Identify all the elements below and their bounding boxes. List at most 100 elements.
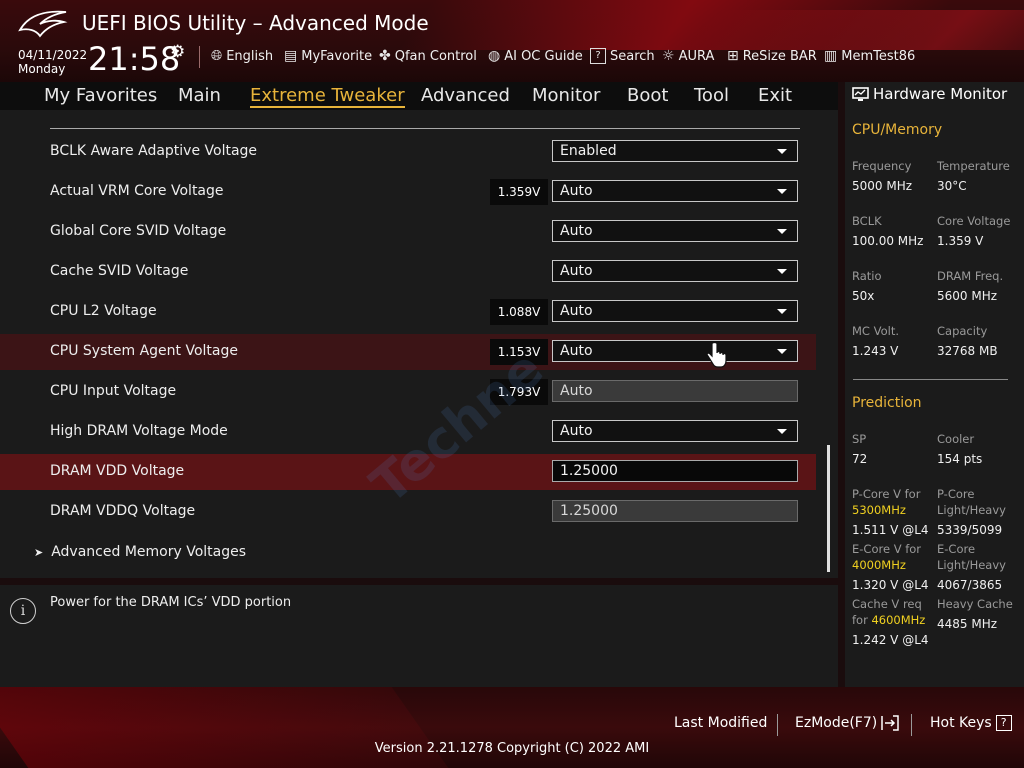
heavy-cache-value: 4485 MHz — [937, 617, 998, 631]
favorite-list-icon: ▤ — [284, 48, 298, 64]
dropdown-value: Auto — [560, 343, 593, 359]
day-text: Monday — [18, 62, 66, 76]
high-dram-voltage-mode-dropdown[interactable]: Auto — [552, 420, 798, 442]
global-core-svid-voltage-dropdown[interactable]: Auto — [552, 220, 798, 242]
cache-svid-voltage-dropdown[interactable]: Auto — [552, 260, 798, 282]
setting-row-cpu-input-voltage[interactable]: CPU Input Voltage 1.793V Auto — [0, 374, 816, 410]
submenu-label: Advanced Memory Voltages — [51, 544, 247, 560]
monitor-icon — [852, 86, 869, 101]
setting-row-cpu-system-agent-voltage[interactable]: CPU System Agent Voltage 1.153V Auto — [0, 334, 816, 370]
temperature-value: 30°C — [937, 179, 967, 193]
separator — [777, 714, 778, 736]
resize-bar-button[interactable]: ⊞ ReSize BAR — [727, 48, 817, 64]
setting-label: High DRAM Voltage Mode — [50, 423, 228, 439]
setting-row-high-dram-voltage-mode[interactable]: High DRAM Voltage Mode Auto — [0, 414, 816, 450]
tab-main[interactable]: Main — [178, 85, 221, 106]
mc-volt-label: MC Volt. — [852, 324, 899, 338]
qfan-label: Qfan Control — [394, 48, 477, 64]
qfan-control-button[interactable]: ✤ Qfan Control — [379, 48, 477, 64]
field-value: Auto — [560, 383, 593, 399]
dropdown-value: Auto — [560, 423, 593, 439]
setting-row-dram-vdd-voltage[interactable]: DRAM VDD Voltage 1.25000 — [0, 454, 816, 490]
sp-value: 72 — [852, 452, 868, 466]
capacity-label: Capacity — [937, 324, 988, 338]
aura-button[interactable]: ☼ AURA — [662, 48, 714, 64]
setting-label: DRAM VDDQ Voltage — [50, 503, 196, 519]
bclk-aware-adaptive-voltage-dropdown[interactable]: Enabled — [552, 140, 798, 162]
search-label: Search — [610, 48, 655, 64]
tab-boot[interactable]: Boot — [627, 85, 668, 106]
tab-tool[interactable]: Tool — [694, 85, 729, 106]
ai-oc-guide-button[interactable]: ◍ AI OC Guide — [488, 48, 583, 64]
globe-icon: 🌐︎ — [211, 48, 223, 64]
myfavorite-button[interactable]: ▤ MyFavorite — [284, 48, 372, 64]
dropdown-value: Auto — [560, 183, 593, 199]
cooler-value: 154 pts — [937, 452, 983, 466]
ratio-value: 50x — [852, 289, 875, 303]
scrollbar[interactable] — [827, 445, 830, 572]
dropdown-arrow-icon — [777, 189, 787, 194]
tab-extreme-tweaker[interactable]: Extreme Tweaker — [250, 85, 405, 108]
tab-advanced[interactable]: Advanced — [421, 85, 510, 106]
tab-monitor[interactable]: Monitor — [532, 85, 600, 106]
cpu-l2-voltage-dropdown[interactable]: Auto — [552, 300, 798, 322]
language-button[interactable]: 🌐︎ English — [211, 48, 273, 64]
resize-bar-icon: ⊞ — [727, 48, 739, 64]
version-text: Version 2.21.1278 Copyright (C) 2022 AMI — [374, 741, 650, 756]
cache-v-for-label: for 4600MHz — [852, 612, 925, 628]
header-bar: UEFI BIOS Utility – Advanced Mode 04/11/… — [0, 0, 1024, 82]
date-display: 04/11/2022 Monday — [18, 48, 87, 76]
header-decoration — [680, 10, 1024, 50]
footer-bar: Last Modified EzMode(F7) Hot Keys ? Vers… — [0, 687, 1024, 768]
setting-row-global-core-svid-voltage[interactable]: Global Core SVID Voltage Auto — [0, 214, 816, 250]
tab-my-favorites[interactable]: My Favorites — [44, 85, 157, 106]
dram-vdd-voltage-input[interactable]: 1.25000 — [552, 460, 798, 482]
memtest86-button[interactable]: ▥ MemTest86 — [824, 48, 915, 64]
dram-vddq-voltage-field: 1.25000 — [552, 500, 798, 522]
cpu-input-voltage-field: Auto — [552, 380, 798, 402]
clock[interactable]: 21:58 — [88, 40, 180, 78]
dropdown-arrow-icon — [777, 229, 787, 234]
pcore-light-heavy-value: 5339/5099 — [937, 523, 1003, 537]
setting-label: BCLK Aware Adaptive Voltage — [50, 143, 258, 159]
hardware-monitor-panel: Hardware Monitor CPU/Memory Frequency Te… — [845, 82, 1024, 687]
field-value: 1.25000 — [560, 503, 618, 519]
dropdown-arrow-icon — [777, 269, 787, 274]
aura-label: AURA — [678, 48, 715, 64]
clock-settings-gear-icon[interactable]: ⚙ — [170, 42, 185, 62]
ai-icon: ◍ — [488, 48, 501, 64]
ecore-light-heavy-value: 4067/3865 — [937, 578, 1003, 592]
last-modified-button[interactable]: Last Modified — [674, 715, 767, 731]
chevron-right-icon: ➤ — [34, 546, 44, 559]
hot-keys-button[interactable]: Hot Keys ? — [930, 715, 1012, 731]
cpu-system-agent-voltage-dropdown[interactable]: Auto — [552, 340, 798, 362]
dropdown-value: Auto — [560, 263, 593, 279]
main-menu-tabs: My Favorites Main Extreme Tweaker Advanc… — [0, 82, 838, 110]
setting-row-cpu-l2-voltage[interactable]: CPU L2 Voltage 1.088V Auto — [0, 294, 816, 330]
aura-light-icon: ☼ — [662, 48, 675, 64]
hardware-monitor-title-text: Hardware Monitor — [873, 85, 1008, 103]
setting-row-dram-vddq-voltage[interactable]: DRAM VDDQ Voltage 1.25000 — [0, 494, 816, 530]
dram-freq-label: DRAM Freq. — [937, 269, 1004, 283]
setting-row-cache-svid-voltage[interactable]: Cache SVID Voltage Auto — [0, 254, 816, 290]
search-button[interactable]: ? Search — [590, 48, 655, 64]
tab-exit[interactable]: Exit — [758, 85, 792, 106]
dropdown-value: Auto — [560, 223, 593, 239]
setting-row-actual-vrm-core-voltage[interactable]: Actual VRM Core Voltage 1.359V Auto — [0, 174, 816, 210]
dropdown-arrow-icon — [777, 349, 787, 354]
actual-vrm-core-voltage-dropdown[interactable]: Auto — [552, 180, 798, 202]
setting-label: Actual VRM Core Voltage — [50, 183, 224, 199]
language-label: English — [226, 48, 274, 64]
setting-row-bclk-aware-adaptive-voltage[interactable]: BCLK Aware Adaptive Voltage Enabled — [0, 134, 816, 170]
setting-label: CPU Input Voltage — [50, 383, 177, 399]
info-icon: i — [10, 598, 36, 624]
ezmode-button[interactable]: EzMode(F7) — [795, 715, 899, 731]
memory-icon: ▥ — [824, 48, 838, 64]
prediction-heading: Prediction — [852, 395, 922, 411]
submenu-advanced-memory-voltages[interactable]: ➤ Advanced Memory Voltages — [34, 544, 246, 560]
dram-freq-value: 5600 MHz — [937, 289, 998, 303]
pcore-v-frequency: 5300MHz — [852, 503, 906, 517]
setting-label: DRAM VDD Voltage — [50, 463, 185, 479]
divider — [853, 379, 1008, 380]
frequency-value: 5000 MHz — [852, 179, 913, 193]
